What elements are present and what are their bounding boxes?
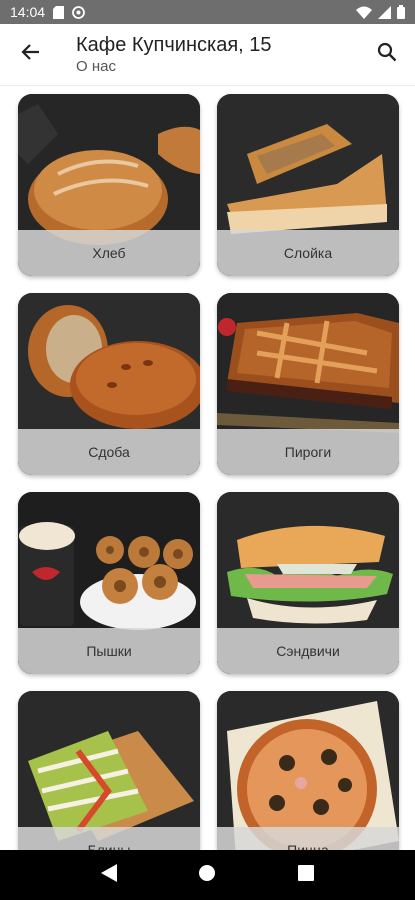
category-card-sandwich[interactable]: Сэндвичи [217, 492, 399, 674]
category-card-pizza[interactable]: Пицца [217, 691, 399, 850]
category-card-buns[interactable]: Сдоба [18, 293, 200, 475]
signal-icon [378, 5, 391, 19]
category-card-crepe[interactable]: Блины [18, 691, 200, 850]
category-label: Сдоба [18, 429, 200, 475]
category-label: Сэндвичи [217, 628, 399, 674]
category-label: Блины [18, 827, 200, 850]
category-label: Пироги [217, 429, 399, 475]
wifi-icon [356, 6, 372, 19]
recents-square-icon [297, 864, 314, 886]
home-circle-icon [198, 864, 216, 887]
page-title: Кафе Купчинская, 15 [76, 33, 272, 56]
category-card-bread[interactable]: Хлеб [18, 94, 200, 276]
category-label: Слойка [217, 230, 399, 276]
back-triangle-icon [101, 863, 118, 887]
nav-back-button[interactable] [89, 855, 129, 895]
category-grid: Хлеб Слойка Сдоба Пироги Пышки Сэндвичи … [0, 86, 415, 850]
app-bar-titles: Кафе Купчинская, 15 О нас [62, 33, 359, 77]
category-label: Пышки [18, 628, 200, 674]
nav-home-button[interactable] [187, 855, 227, 895]
category-label: Пицца [217, 827, 399, 850]
category-card-donuts[interactable]: Пышки [18, 492, 200, 674]
category-card-pie[interactable]: Пироги [217, 293, 399, 475]
search-icon [377, 42, 397, 67]
category-card-puff-pastry[interactable]: Слойка [217, 94, 399, 276]
search-button[interactable] [359, 24, 415, 86]
back-button[interactable] [0, 24, 62, 86]
category-label: Хлеб [18, 230, 200, 276]
arrow-left-icon [21, 42, 41, 67]
system-nav-bar [0, 850, 415, 900]
sd-card-icon [53, 5, 65, 19]
status-time: 14:04 [10, 4, 46, 20]
battery-icon [397, 5, 405, 19]
page-subtitle: О нас [76, 57, 116, 75]
app-bar: Кафе Купчинская, 15 О нас [0, 24, 415, 86]
at-sign-icon [72, 5, 85, 19]
nav-recents-button[interactable] [286, 855, 326, 895]
status-bar: 14:04 [0, 0, 415, 24]
